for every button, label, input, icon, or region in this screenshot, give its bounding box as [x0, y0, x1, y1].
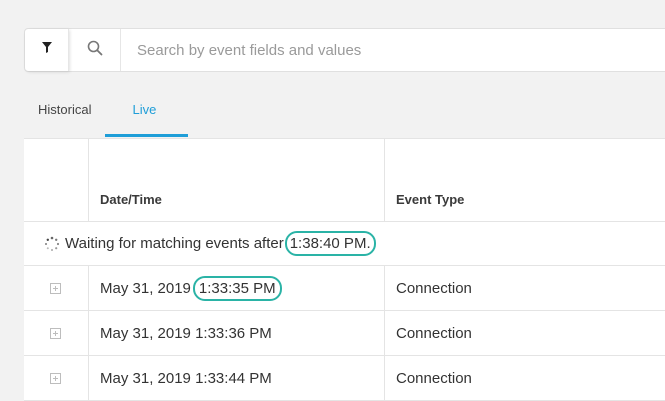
- table-row[interactable]: May 31, 2019 1:33:35 PM Connection: [24, 266, 665, 311]
- expand-cell[interactable]: [24, 311, 89, 355]
- date-text: May 31, 2019: [100, 279, 191, 297]
- datetime-cell: May 31, 2019 1:33:35 PM: [89, 266, 385, 310]
- column-header-datetime[interactable]: Date/Time: [89, 139, 385, 221]
- waiting-text: Waiting for matching events after: [65, 235, 284, 252]
- time-text: 1:33:35 PM: [192, 275, 282, 301]
- expand-cell[interactable]: [24, 266, 89, 310]
- waiting-status-row: Waiting for matching events after 1:38:40…: [24, 222, 665, 266]
- filter-icon: [41, 41, 53, 59]
- expand-row-icon[interactable]: [49, 372, 61, 384]
- datetime-cell: May 31, 2019 1:33:44 PM: [89, 356, 385, 400]
- time-text: 1:33:44 PM: [195, 369, 272, 387]
- event-type-cell: Connection: [396, 279, 472, 297]
- search-icon: [87, 40, 103, 61]
- filter-button[interactable]: [25, 29, 69, 71]
- tab-historical[interactable]: Historical: [24, 94, 105, 128]
- tab-live[interactable]: Live: [105, 94, 189, 137]
- date-text: May 31, 2019: [100, 324, 191, 342]
- event-type-cell: Connection: [396, 324, 472, 342]
- table-row[interactable]: May 31, 2019 1:33:44 PM Connection: [24, 356, 665, 401]
- expand-row-icon[interactable]: [49, 327, 61, 339]
- waiting-time: 1:38:40 PM.: [284, 231, 376, 256]
- date-text: May 31, 2019: [100, 369, 191, 387]
- time-text: 1:33:36 PM: [195, 324, 272, 342]
- expand-column-header: [24, 139, 89, 221]
- search-input[interactable]: [121, 29, 665, 71]
- column-header-event-type[interactable]: Event Type: [385, 139, 665, 221]
- expand-cell[interactable]: [24, 356, 89, 400]
- expand-row-icon[interactable]: [49, 282, 61, 294]
- events-table: Date/Time Event Type Waiting for matchin…: [24, 138, 665, 401]
- spinner-icon: [44, 236, 60, 252]
- table-row[interactable]: May 31, 2019 1:33:36 PM Connection: [24, 311, 665, 356]
- search-icon-container: [69, 29, 121, 71]
- datetime-cell: May 31, 2019 1:33:36 PM: [89, 311, 385, 355]
- tab-bar: Historical Live: [24, 94, 189, 138]
- table-header: Date/Time Event Type: [24, 139, 665, 222]
- event-type-cell: Connection: [396, 369, 472, 387]
- search-bar: [24, 28, 665, 72]
